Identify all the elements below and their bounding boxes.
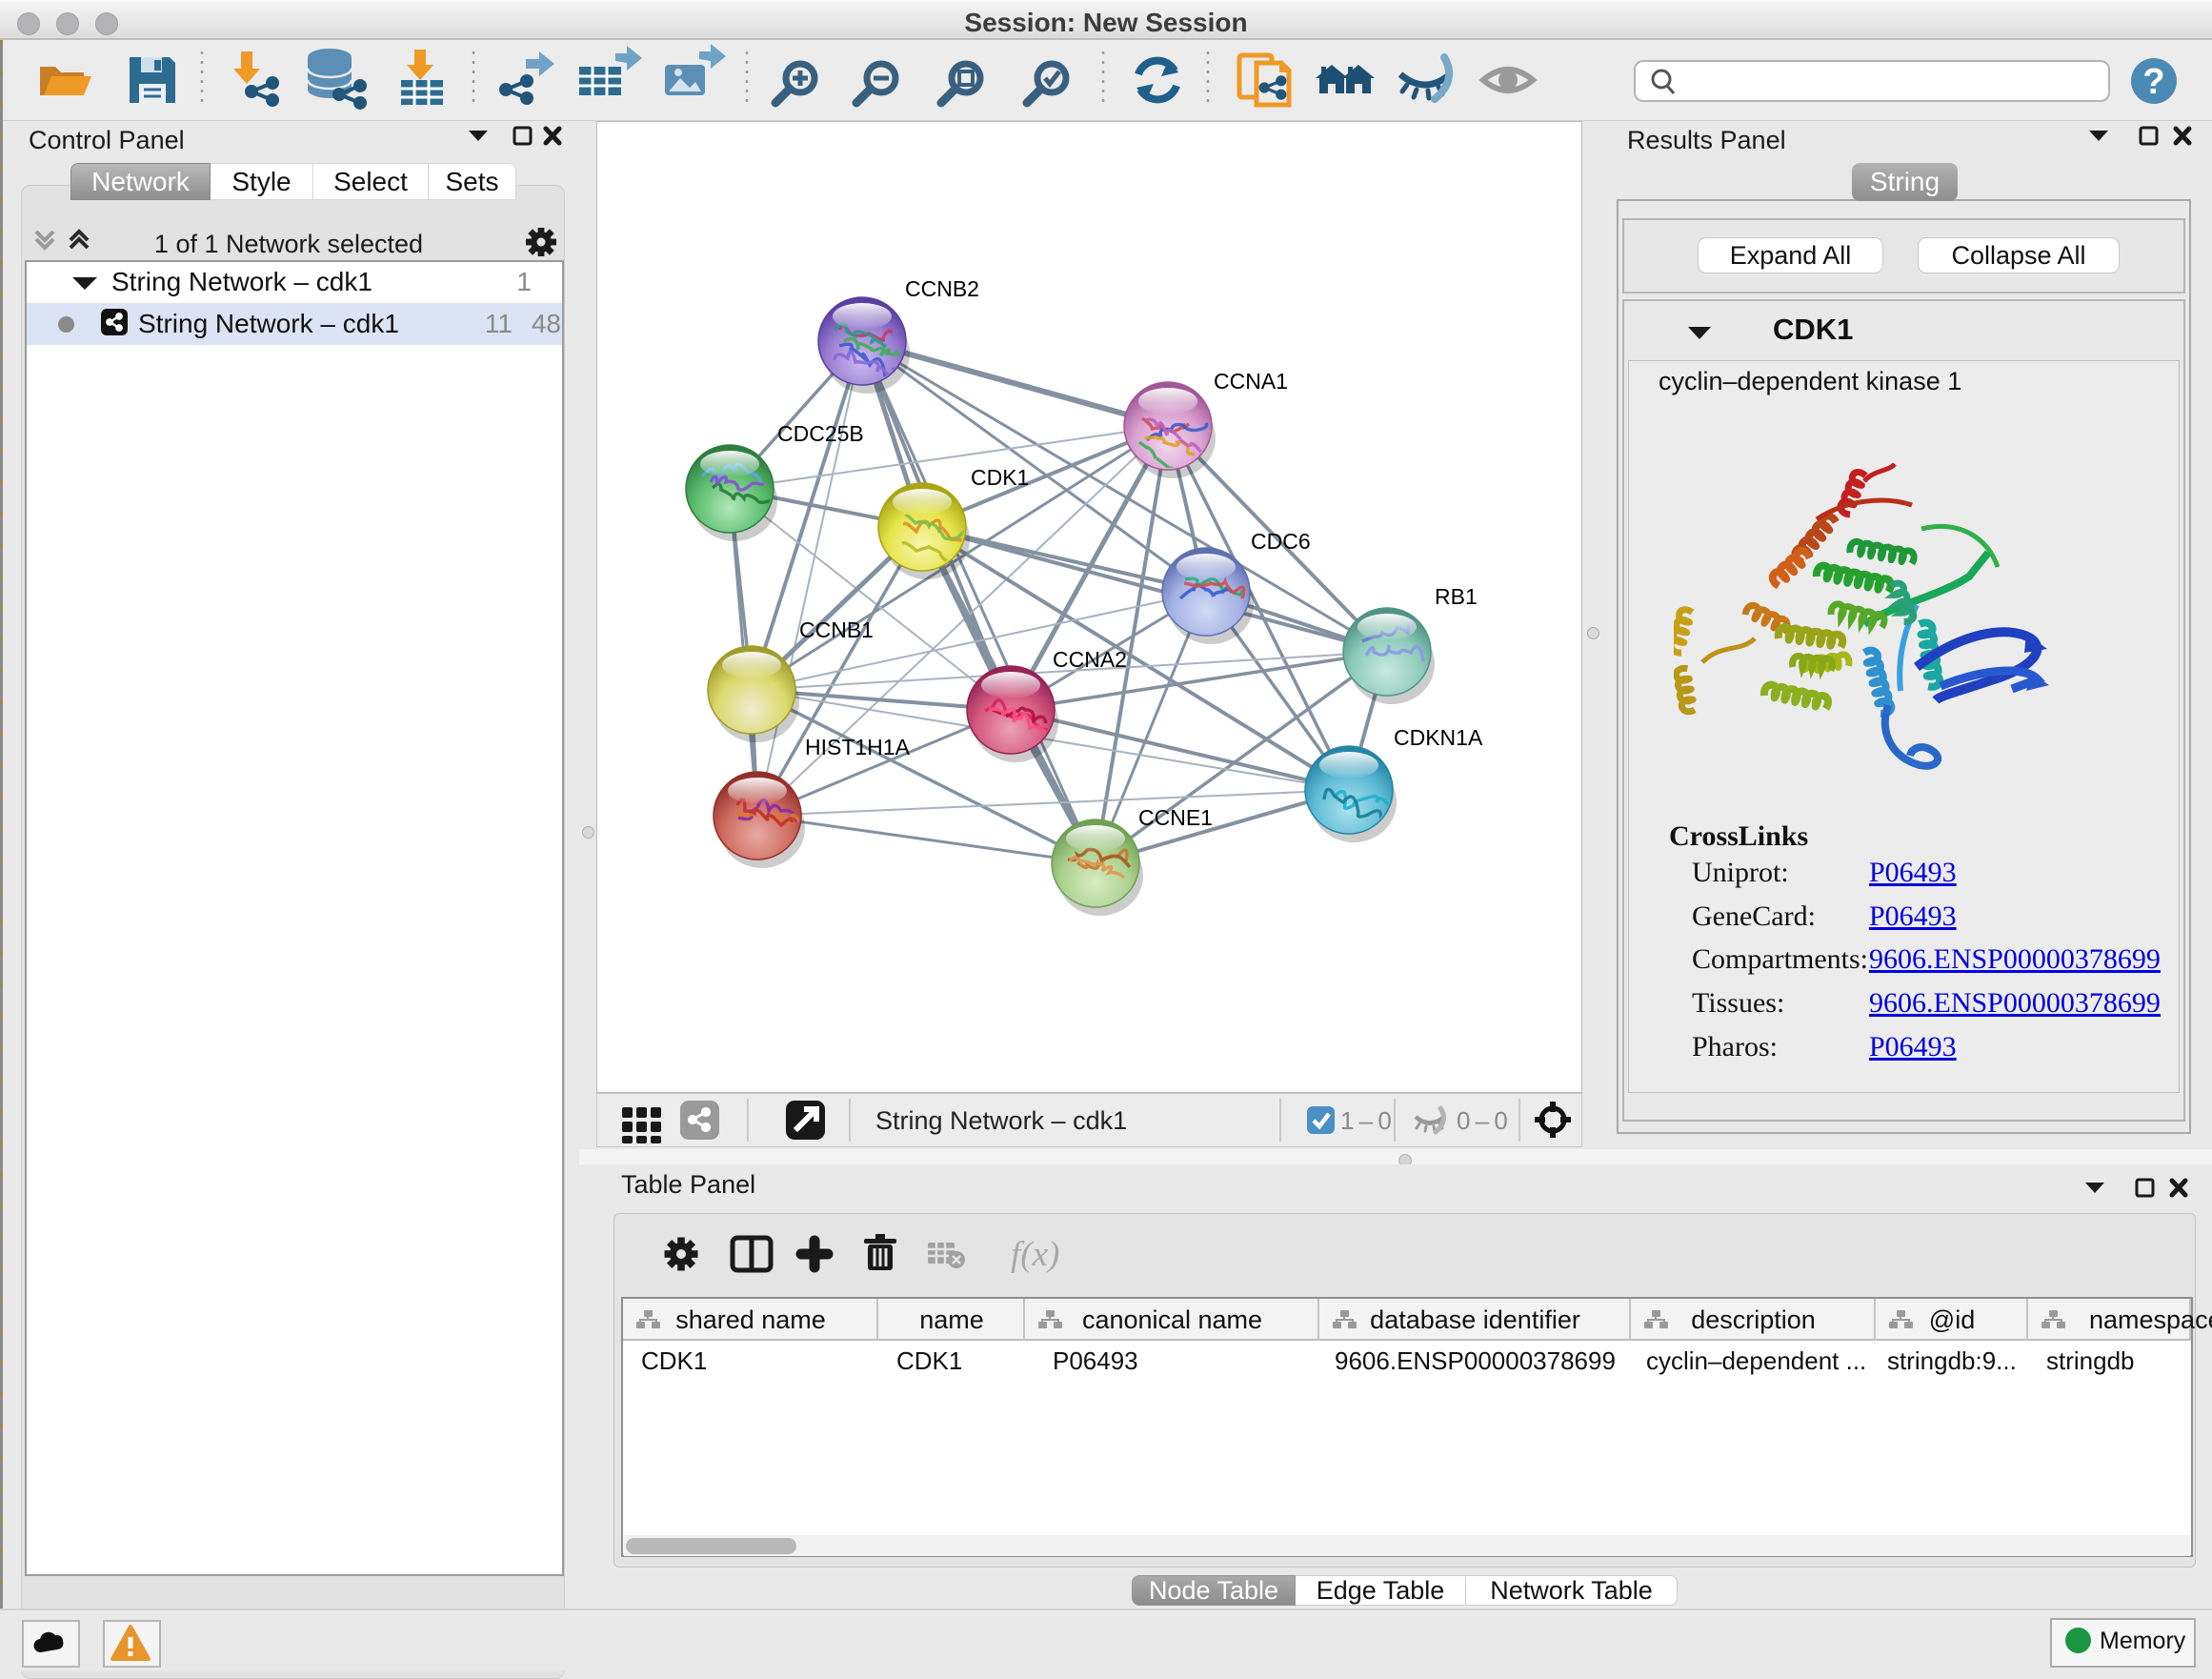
svg-text:CDK1: CDK1 <box>971 465 1029 490</box>
svg-text:String Network – cdk1: String Network – cdk1 <box>875 1106 1127 1135</box>
svg-text:CCNA2: CCNA2 <box>1053 647 1127 672</box>
svg-text:HIST1H1A: HIST1H1A <box>805 735 911 759</box>
svg-text:CCNB2: CCNB2 <box>905 276 979 301</box>
svg-text:f(x): f(x) <box>1011 1235 1059 1274</box>
svg-text:RB1: RB1 <box>1435 584 1478 609</box>
svg-text:CDKN1A: CDKN1A <box>1394 725 1483 750</box>
svg-text:CCNE1: CCNE1 <box>1138 805 1213 830</box>
svg-text:?: ? <box>2142 62 2164 102</box>
svg-text:0 – 0: 0 – 0 <box>1457 1106 1508 1135</box>
svg-text:CDC25B: CDC25B <box>777 421 864 446</box>
svg-text:1 – 0: 1 – 0 <box>1340 1106 1392 1135</box>
svg-text:CDC6: CDC6 <box>1251 529 1311 554</box>
svg-text:CCNA1: CCNA1 <box>1214 369 1288 394</box>
svg-text:CCNB1: CCNB1 <box>799 617 874 642</box>
